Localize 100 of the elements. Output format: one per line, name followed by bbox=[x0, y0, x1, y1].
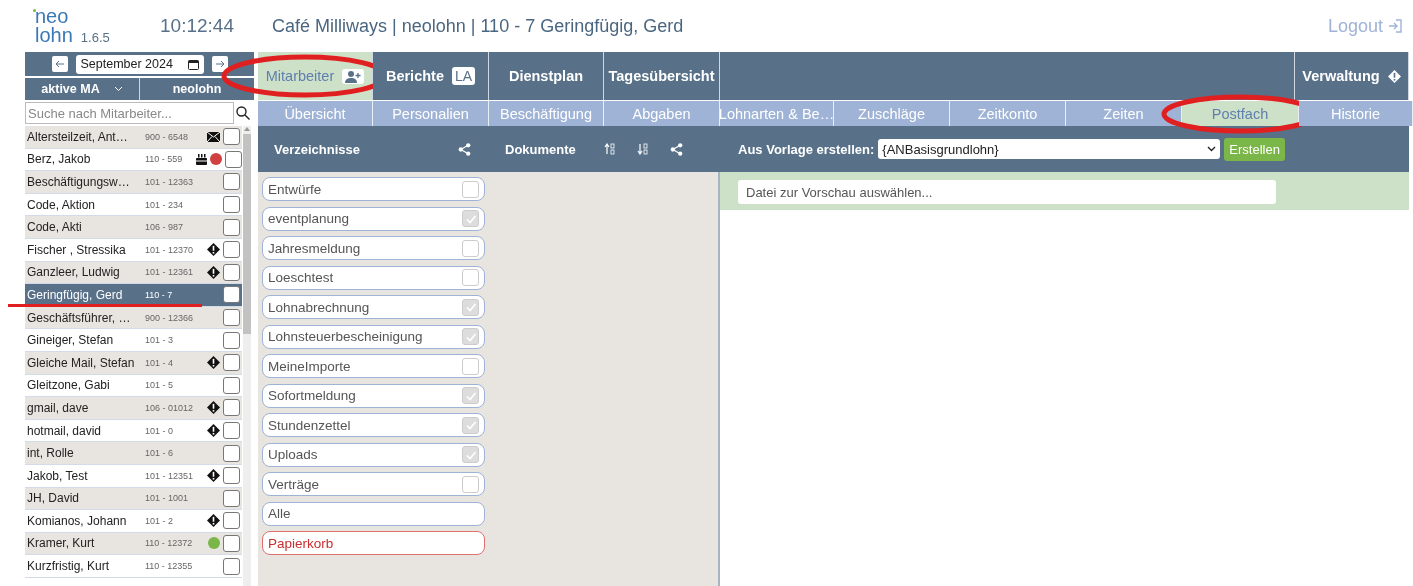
folder-item[interactable]: eventplanung bbox=[262, 206, 485, 231]
employee-row[interactable]: Jakob, Test 101 - 12351 bbox=[25, 464, 242, 488]
employee-name: Geschäftsführer, … bbox=[27, 310, 132, 325]
employee-name: Kramer, Kurt bbox=[27, 536, 96, 551]
employee-row[interactable]: Code, Aktion 101 - 234 bbox=[25, 193, 242, 217]
employee-row[interactable]: Geschäftsführer, … 900 - 12366 bbox=[25, 306, 242, 330]
employee-name: JH, David bbox=[27, 491, 80, 506]
next-month-button[interactable] bbox=[211, 56, 228, 72]
employee-name: Komianos, Johann bbox=[27, 513, 128, 528]
employee-checkbox[interactable] bbox=[223, 354, 240, 372]
employee-checkbox[interactable] bbox=[223, 128, 240, 146]
folder-label: Loeschtest bbox=[268, 270, 334, 285]
folder-item[interactable]: Stundenzettel bbox=[262, 413, 485, 437]
scrollbar-thumb[interactable] bbox=[243, 134, 251, 334]
sort-ascending-icon[interactable] bbox=[603, 143, 615, 155]
folder-item[interactable]: MeineImporte bbox=[262, 354, 485, 378]
employee-checkbox[interactable] bbox=[223, 535, 240, 552]
folder-checkbox[interactable] bbox=[462, 210, 479, 227]
employee-checkbox[interactable] bbox=[223, 218, 240, 236]
folder-checkbox[interactable] bbox=[462, 239, 479, 257]
scrollbar[interactable] bbox=[243, 126, 251, 586]
employee-row[interactable]: Berz, Jakob 110 - 559 bbox=[25, 148, 242, 172]
employee-number: 900 - 6548 bbox=[145, 131, 190, 142]
folder-item[interactable]: Alle bbox=[262, 501, 485, 526]
employee-checkbox[interactable] bbox=[223, 376, 240, 394]
employee-checkbox[interactable] bbox=[223, 467, 240, 485]
clock-time: 10:12:44 bbox=[160, 15, 235, 37]
arrow-left-icon bbox=[54, 60, 65, 68]
folder-item[interactable]: Loeschtest bbox=[262, 265, 485, 290]
folder-item[interactable]: Jahresmeldung bbox=[262, 236, 485, 260]
folder-label: Sofortmeldung bbox=[268, 388, 356, 403]
trash-folder[interactable]: Papierkorb bbox=[262, 531, 485, 555]
folder-item[interactable]: Entwürfe bbox=[262, 177, 485, 201]
employee-checkbox[interactable] bbox=[223, 263, 240, 281]
employee-checkbox[interactable] bbox=[225, 150, 242, 168]
employee-checkbox[interactable] bbox=[223, 196, 240, 214]
employee-checkbox[interactable] bbox=[223, 173, 240, 191]
employee-row[interactable]: Fischer , Stressika 101 - 12370 bbox=[25, 238, 242, 262]
employee-row[interactable]: JH, David 101 - 1001 bbox=[25, 487, 242, 511]
template-dropdown[interactable]: {ANBasisgrundlohn} bbox=[878, 139, 1221, 159]
employee-checkbox[interactable] bbox=[223, 399, 240, 417]
employee-row[interactable]: Geringfügig, Gerd 110 - 7 bbox=[25, 284, 242, 307]
employee-row[interactable]: Gleitzone, Gabi 101 - 5 bbox=[25, 374, 242, 398]
folder-item[interactable]: Lohnsteuerbescheinigung bbox=[262, 324, 485, 349]
employee-checkbox[interactable] bbox=[223, 444, 240, 462]
share-icon[interactable] bbox=[458, 142, 471, 156]
employee-row[interactable]: Kurzfristig, Kurt 110 - 12355 bbox=[25, 555, 242, 578]
scroll-up-icon[interactable] bbox=[243, 126, 251, 132]
employee-checkbox[interactable] bbox=[223, 422, 240, 439]
employee-filter-dropdown[interactable]: aktive MA bbox=[25, 78, 140, 100]
folder-checkbox[interactable] bbox=[462, 475, 479, 493]
employee-row[interactable]: Gleiche Mail, Stefan 101 - 4 bbox=[25, 351, 242, 375]
search-icon[interactable] bbox=[236, 106, 250, 120]
employee-checkbox[interactable] bbox=[223, 489, 240, 507]
employee-row[interactable]: Gineiger, Stefan 101 - 3 bbox=[25, 329, 242, 352]
folder-checkbox[interactable] bbox=[462, 180, 479, 198]
folder-label: Jahresmeldung bbox=[268, 240, 361, 256]
folder-checkbox[interactable] bbox=[462, 269, 479, 286]
employee-checkbox[interactable] bbox=[223, 241, 240, 259]
employee-search-field[interactable]: Suche nach Mitarbeiter... bbox=[25, 102, 234, 124]
previous-month-button[interactable] bbox=[51, 56, 68, 72]
employee-row[interactable]: hotmail, david 101 - 0 bbox=[25, 419, 242, 443]
folder-label: Uploads bbox=[268, 447, 318, 462]
employee-row[interactable]: Beschäftigungsw… 101 - 12363 bbox=[25, 171, 242, 194]
sort-descending-icon[interactable] bbox=[636, 143, 648, 155]
folder-item[interactable]: Sofortmeldung bbox=[262, 383, 485, 408]
warning-icon bbox=[207, 424, 220, 437]
warning-icon bbox=[207, 356, 220, 370]
employee-checkbox[interactable] bbox=[223, 309, 240, 327]
employee-row[interactable]: gmail, dave 106 - 01012 bbox=[25, 397, 242, 420]
employee-number: 101 - 12351 bbox=[145, 470, 195, 481]
folder-label: Stundenzettel bbox=[268, 417, 351, 433]
share-icon[interactable] bbox=[669, 142, 683, 156]
folder-item[interactable]: Verträge bbox=[262, 472, 485, 496]
employee-checkbox[interactable] bbox=[223, 512, 240, 530]
folder-checkbox[interactable] bbox=[462, 387, 479, 404]
folder-label: Lohnabrechnung bbox=[268, 299, 370, 315]
employee-checkbox[interactable] bbox=[223, 557, 240, 575]
employee-row[interactable]: Code, Akti 106 - 987 bbox=[25, 216, 242, 239]
folder-checkbox[interactable] bbox=[462, 298, 479, 316]
month-field[interactable]: September 2024 bbox=[75, 54, 204, 74]
folder-checkbox[interactable] bbox=[462, 416, 479, 434]
folder-checkbox[interactable] bbox=[462, 328, 479, 345]
folder-item[interactable]: Uploads bbox=[262, 442, 485, 467]
employee-number: 106 - 987 bbox=[145, 222, 185, 233]
employee-row[interactable]: Komianos, Johann 101 - 2 bbox=[25, 510, 242, 533]
employee-row[interactable]: Kramer, Kurt 110 - 12372 bbox=[25, 532, 242, 556]
employee-row[interactable]: Ganzleer, Ludwig 101 - 12361 bbox=[25, 261, 242, 285]
employee-checkbox[interactable] bbox=[223, 331, 240, 349]
nav-tab[interactable]: Berichte LA bbox=[373, 52, 489, 100]
folder-checkbox[interactable] bbox=[462, 446, 479, 463]
preview-file-field[interactable]: Datei zur Vorschau auswählen... bbox=[738, 180, 1276, 204]
folder-item[interactable]: Lohnabrechnung bbox=[262, 295, 485, 319]
client-label[interactable]: neolohn bbox=[140, 78, 254, 100]
employee-row[interactable]: int, Rolle 101 - 6 bbox=[25, 442, 242, 465]
employee-checkbox[interactable] bbox=[223, 286, 240, 304]
employee-number: 110 - 7 bbox=[145, 289, 174, 300]
employee-row[interactable]: Altersteilzeit, Ant… 900 - 6548 bbox=[25, 126, 242, 149]
warning-icon bbox=[207, 401, 220, 415]
folder-checkbox[interactable] bbox=[462, 357, 479, 375]
